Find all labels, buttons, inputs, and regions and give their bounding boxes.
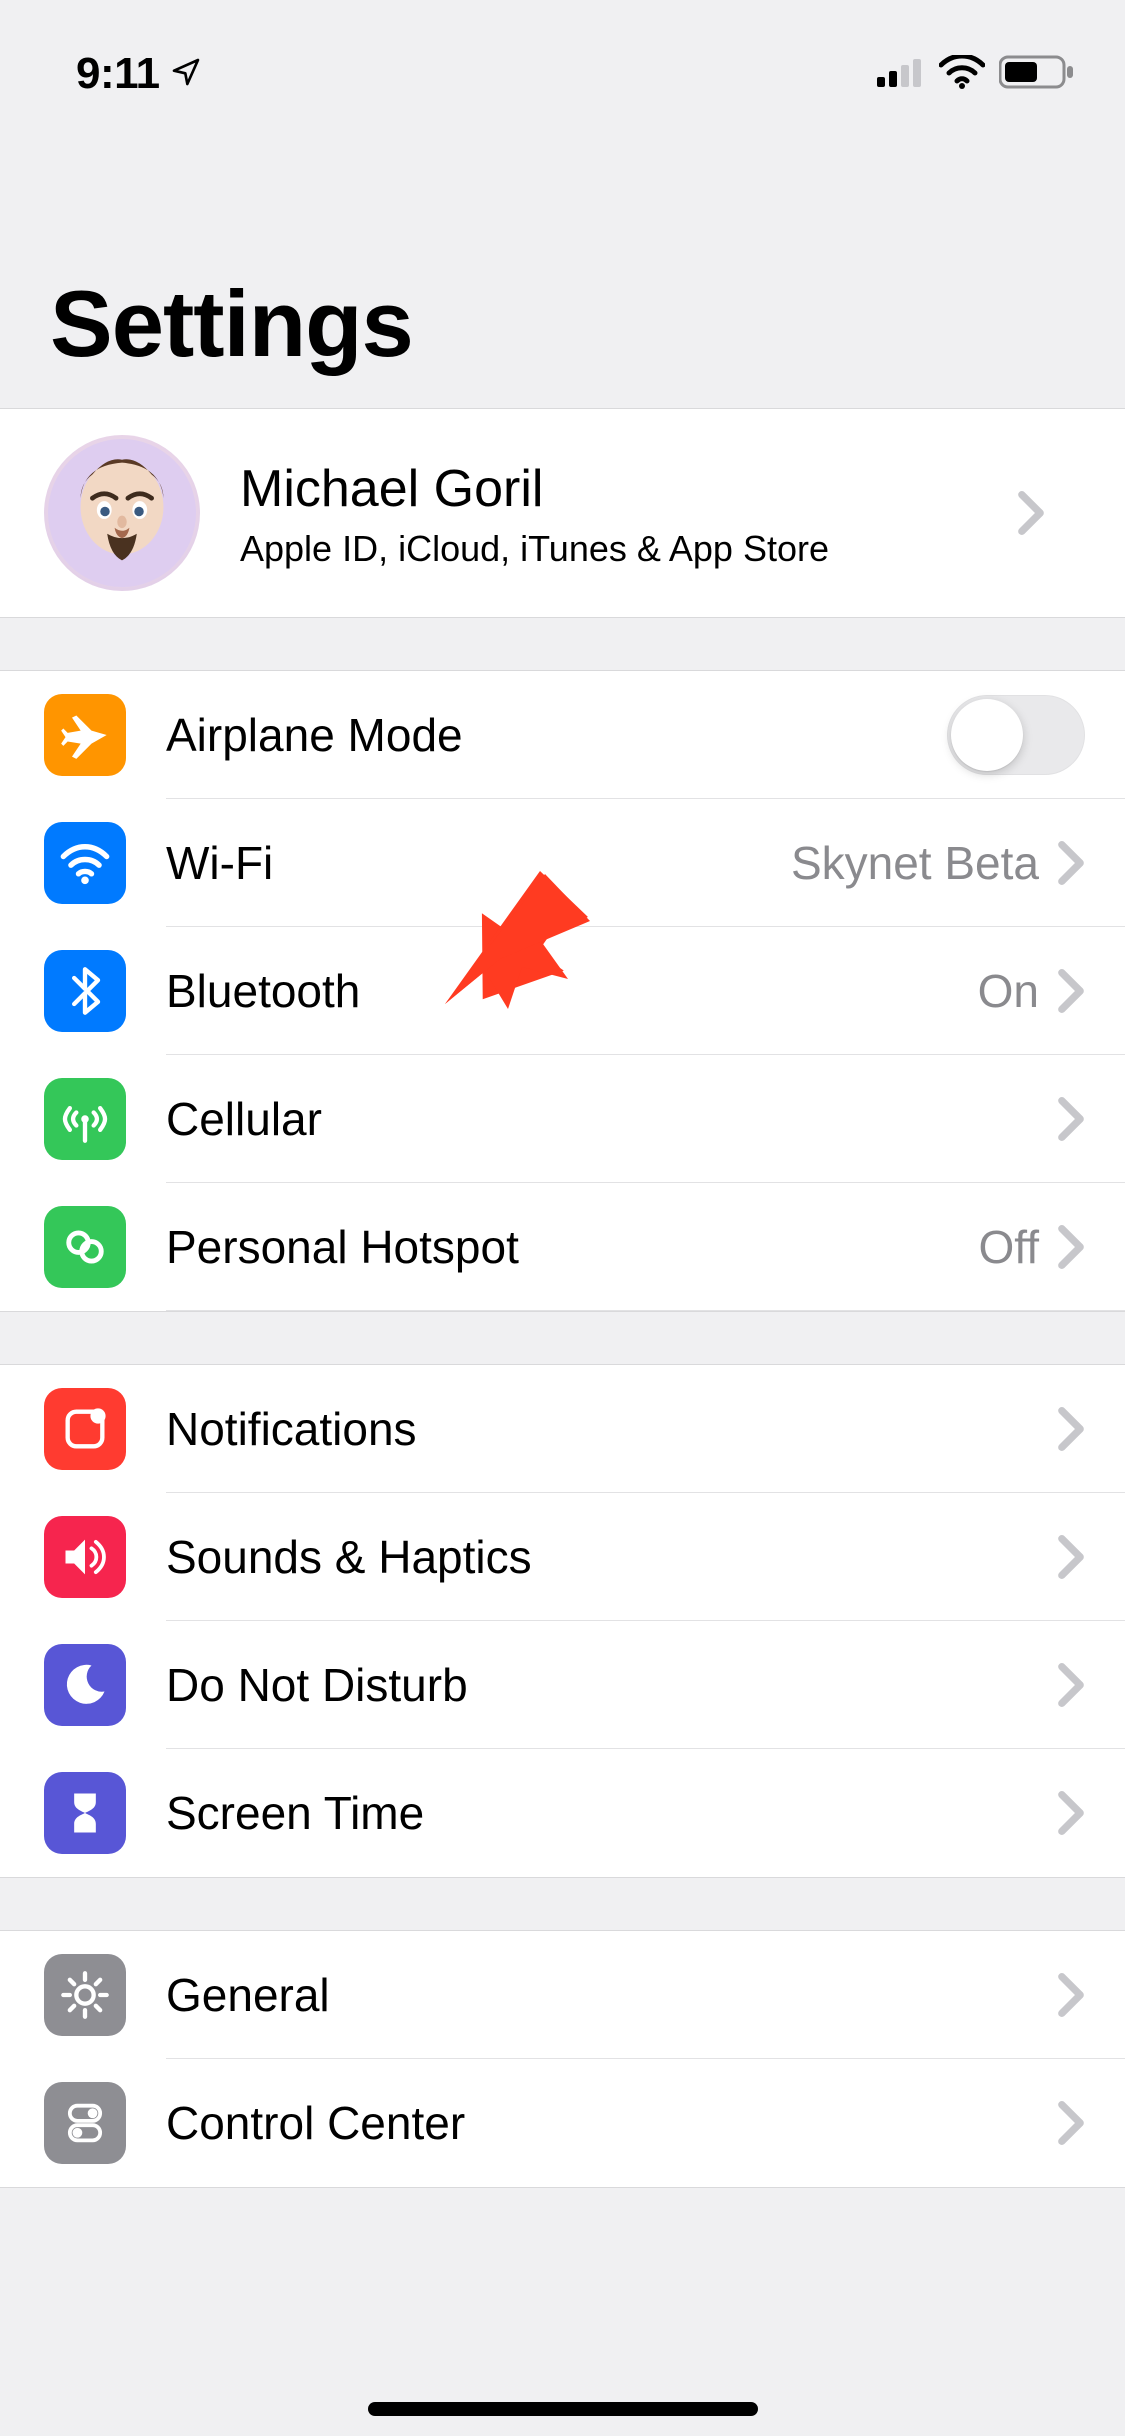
home-indicator xyxy=(368,2402,758,2416)
chevron-right-icon xyxy=(1057,1535,1085,1579)
notifications-icon xyxy=(44,1388,126,1470)
section-connectivity: Airplane Mode Wi-Fi Skynet Beta Bluetoot… xyxy=(0,670,1125,1312)
avatar xyxy=(44,435,200,591)
cellular-icon xyxy=(44,1078,126,1160)
section-account: Michael Goril Apple ID, iCloud, iTunes &… xyxy=(0,408,1125,618)
row-label: Control Center xyxy=(166,2096,1057,2150)
chevron-right-icon xyxy=(1057,1973,1085,2017)
row-label: Cellular xyxy=(166,1092,1057,1146)
bluetooth-icon xyxy=(44,950,126,1032)
wifi-icon xyxy=(44,822,126,904)
chevron-right-icon xyxy=(1057,969,1085,1013)
row-screentime[interactable]: Screen Time xyxy=(0,1749,1125,1877)
status-bar: 9:11 xyxy=(0,0,1125,120)
chevron-right-icon xyxy=(1057,1791,1085,1835)
row-detail: On xyxy=(978,964,1039,1018)
row-cellular[interactable]: Cellular xyxy=(0,1055,1125,1183)
row-wifi[interactable]: Wi-Fi Skynet Beta xyxy=(0,799,1125,927)
account-row[interactable]: Michael Goril Apple ID, iCloud, iTunes &… xyxy=(0,409,1125,617)
chevron-right-icon xyxy=(1057,1225,1085,1269)
airplane-toggle[interactable] xyxy=(947,695,1085,775)
row-airplane[interactable]: Airplane Mode xyxy=(0,671,1125,799)
row-label: Bluetooth xyxy=(166,964,978,1018)
row-label: Personal Hotspot xyxy=(166,1220,978,1274)
chevron-right-icon xyxy=(1057,1097,1085,1141)
row-label: Screen Time xyxy=(166,1786,1057,1840)
location-icon xyxy=(170,56,202,93)
account-subtitle: Apple ID, iCloud, iTunes & App Store xyxy=(240,528,1017,570)
section-general: General Control Center xyxy=(0,1930,1125,2188)
page-title-area: Settings xyxy=(0,120,1125,408)
wifi-icon xyxy=(939,55,985,94)
hotspot-icon xyxy=(44,1206,126,1288)
page-title: Settings xyxy=(50,270,1075,378)
battery-icon xyxy=(999,54,1075,95)
gear-icon xyxy=(44,1954,126,2036)
cellular-signal-icon xyxy=(877,57,925,92)
airplane-icon xyxy=(44,694,126,776)
status-right xyxy=(877,54,1075,95)
row-controlcenter[interactable]: Control Center xyxy=(0,2059,1125,2187)
row-dnd[interactable]: Do Not Disturb xyxy=(0,1621,1125,1749)
row-detail: Off xyxy=(978,1220,1039,1274)
row-label: General xyxy=(166,1968,1057,2022)
account-name: Michael Goril xyxy=(240,457,1017,522)
row-general[interactable]: General xyxy=(0,1931,1125,2059)
chevron-right-icon xyxy=(1017,491,1045,535)
row-sounds[interactable]: Sounds & Haptics xyxy=(0,1493,1125,1621)
row-label: Sounds & Haptics xyxy=(166,1530,1057,1584)
row-detail: Skynet Beta xyxy=(791,836,1039,890)
dnd-icon xyxy=(44,1644,126,1726)
status-left: 9:11 xyxy=(76,49,202,99)
status-time: 9:11 xyxy=(76,49,160,99)
row-label: Do Not Disturb xyxy=(166,1658,1057,1712)
row-notifications[interactable]: Notifications xyxy=(0,1365,1125,1493)
chevron-right-icon xyxy=(1057,1407,1085,1451)
section-alerts: Notifications Sounds & Haptics Do Not Di… xyxy=(0,1364,1125,1878)
row-label: Wi-Fi xyxy=(166,836,791,890)
row-label: Notifications xyxy=(166,1402,1057,1456)
row-hotspot[interactable]: Personal Hotspot Off xyxy=(0,1183,1125,1311)
chevron-right-icon xyxy=(1057,841,1085,885)
chevron-right-icon xyxy=(1057,2101,1085,2145)
screentime-icon xyxy=(44,1772,126,1854)
row-label: Airplane Mode xyxy=(166,708,947,762)
row-bluetooth[interactable]: Bluetooth On xyxy=(0,927,1125,1055)
chevron-right-icon xyxy=(1057,1663,1085,1707)
sounds-icon xyxy=(44,1516,126,1598)
controlcenter-icon xyxy=(44,2082,126,2164)
